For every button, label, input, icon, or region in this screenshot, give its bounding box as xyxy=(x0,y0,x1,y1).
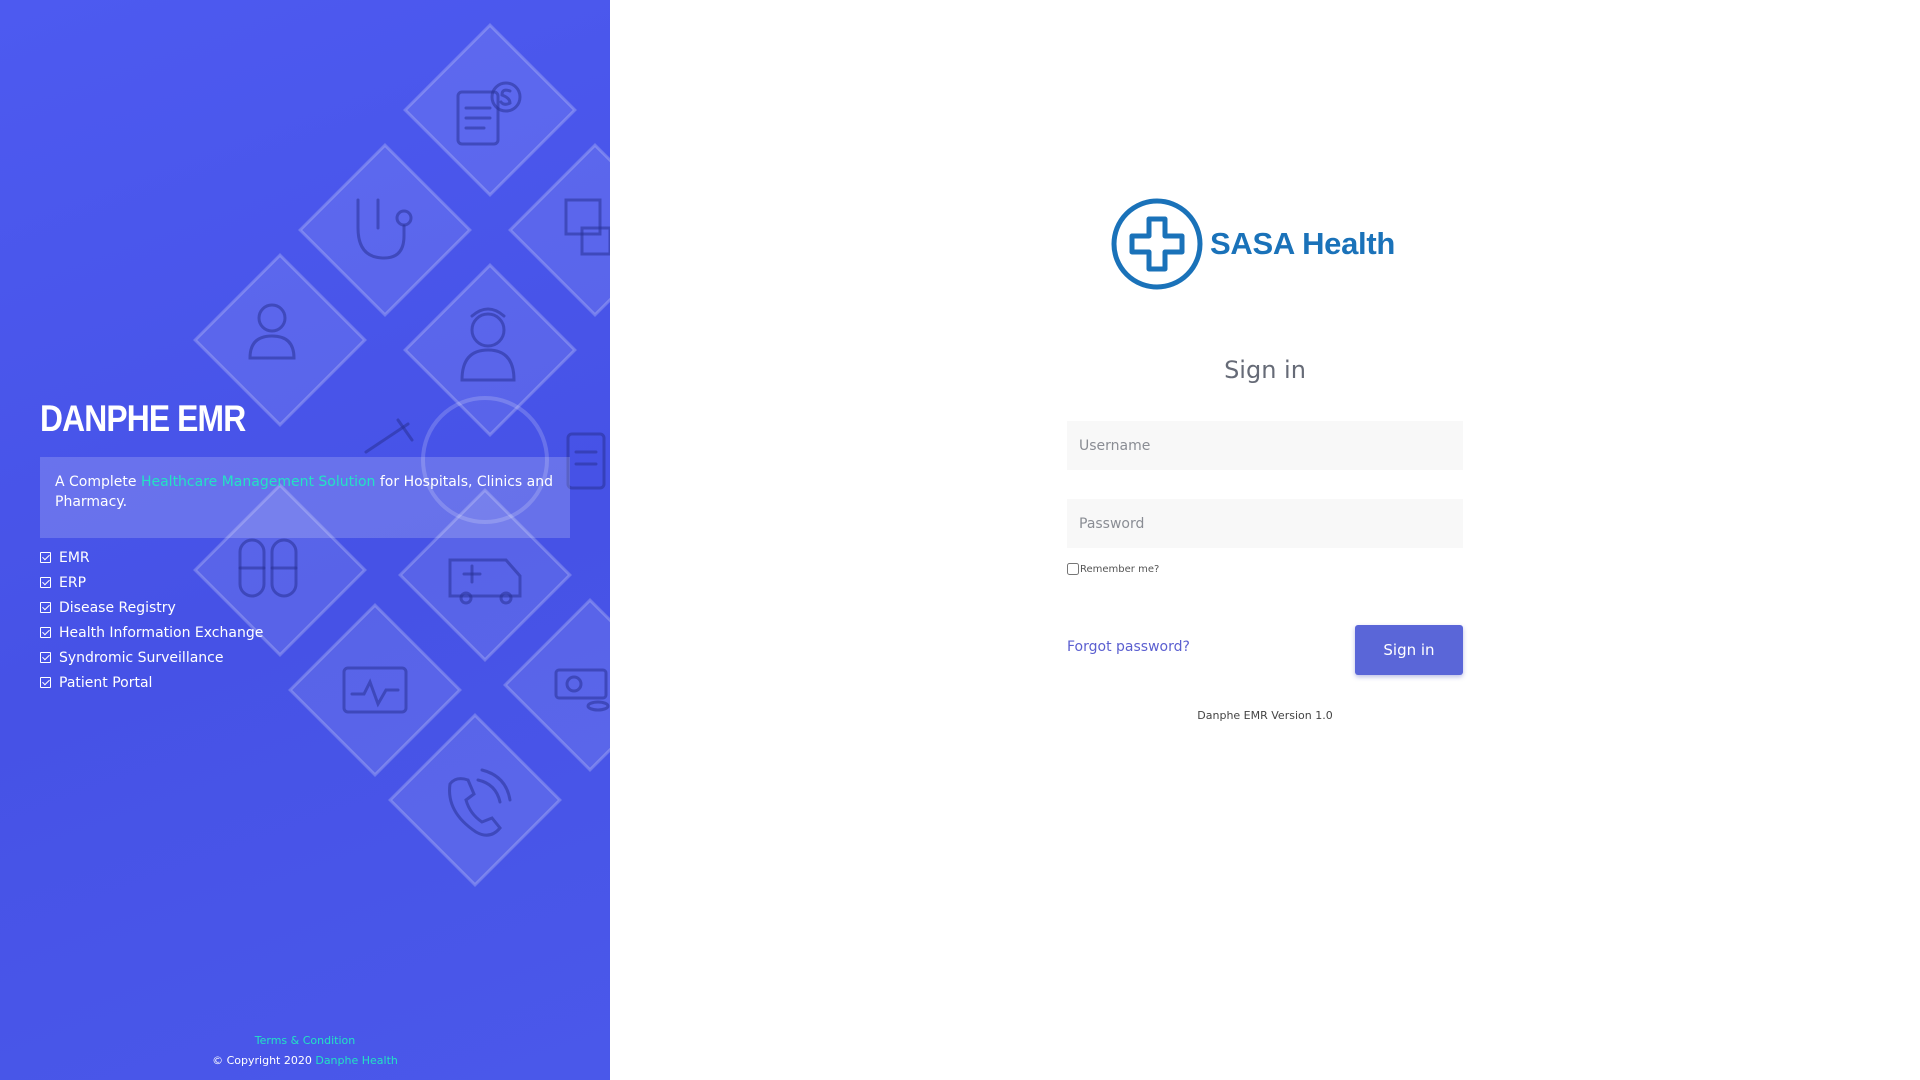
tagline-prefix: A Complete xyxy=(55,474,141,490)
copyright-text: © Copyright 2020 Danphe Health xyxy=(0,1054,610,1067)
username-input[interactable] xyxy=(1067,421,1463,470)
clipboard-icon xyxy=(566,432,606,490)
copyright-label: © Copyright 2020 xyxy=(212,1054,316,1067)
signin-button[interactable]: Sign in xyxy=(1355,625,1463,675)
diamond-tile xyxy=(288,603,462,777)
feature-item: Health Information Exchange xyxy=(40,620,263,645)
syringe-icon xyxy=(364,418,414,454)
feature-label: Disease Registry xyxy=(59,599,176,616)
feature-label: Syndromic Surveillance xyxy=(59,649,224,666)
feature-item: EMR xyxy=(40,545,263,570)
logo-text: SASA Health xyxy=(1210,226,1396,261)
sasa-health-logo: SASA Health xyxy=(1110,186,1412,302)
checkbox-checked-icon xyxy=(40,652,51,663)
feature-item: Syndromic Surveillance xyxy=(40,645,263,670)
feature-label: EMR xyxy=(59,549,90,566)
tagline-box: A Complete Healthcare Management Solutio… xyxy=(40,457,570,538)
password-input[interactable] xyxy=(1067,499,1463,548)
diamond-tile xyxy=(403,23,577,197)
diamond-tile xyxy=(298,143,472,317)
company-link[interactable]: Danphe Health xyxy=(315,1054,398,1067)
checkbox-checked-icon xyxy=(40,627,51,638)
tagline-highlight: Healthcare Management Solution xyxy=(140,474,376,490)
brand-title: DANPHE EMR xyxy=(40,398,246,439)
remember-me-checkbox[interactable] xyxy=(1067,563,1079,575)
feature-item: Disease Registry xyxy=(40,595,263,620)
checkbox-checked-icon xyxy=(40,677,51,688)
feature-label: Patient Portal xyxy=(59,674,153,691)
remember-me-label: Remember me? xyxy=(1080,563,1160,575)
checkbox-checked-icon xyxy=(40,602,51,613)
feature-item: ERP xyxy=(40,570,263,595)
feature-item: Patient Portal xyxy=(40,670,263,695)
version-text: Danphe EMR Version 1.0 xyxy=(1197,709,1333,722)
diamond-tile xyxy=(508,143,610,317)
diamond-tile xyxy=(388,713,562,887)
remember-me[interactable]: Remember me? xyxy=(1067,563,1159,575)
left-panel: DANPHE EMR A Complete Healthcare Managem… xyxy=(0,0,610,1080)
checkbox-checked-icon xyxy=(40,577,51,588)
checkbox-checked-icon xyxy=(40,552,51,563)
background-illustration xyxy=(193,23,610,887)
forgot-password-link[interactable]: Forgot password? xyxy=(1067,639,1190,655)
signin-heading: Sign in xyxy=(1224,356,1306,384)
feature-list: EMR ERP Disease Registry Health Informat… xyxy=(40,545,263,695)
feature-label: ERP xyxy=(59,574,87,591)
feature-label: Health Information Exchange xyxy=(59,624,264,641)
terms-link[interactable]: Terms & Condition xyxy=(0,1034,610,1047)
medical-cross-icon xyxy=(1111,198,1203,290)
